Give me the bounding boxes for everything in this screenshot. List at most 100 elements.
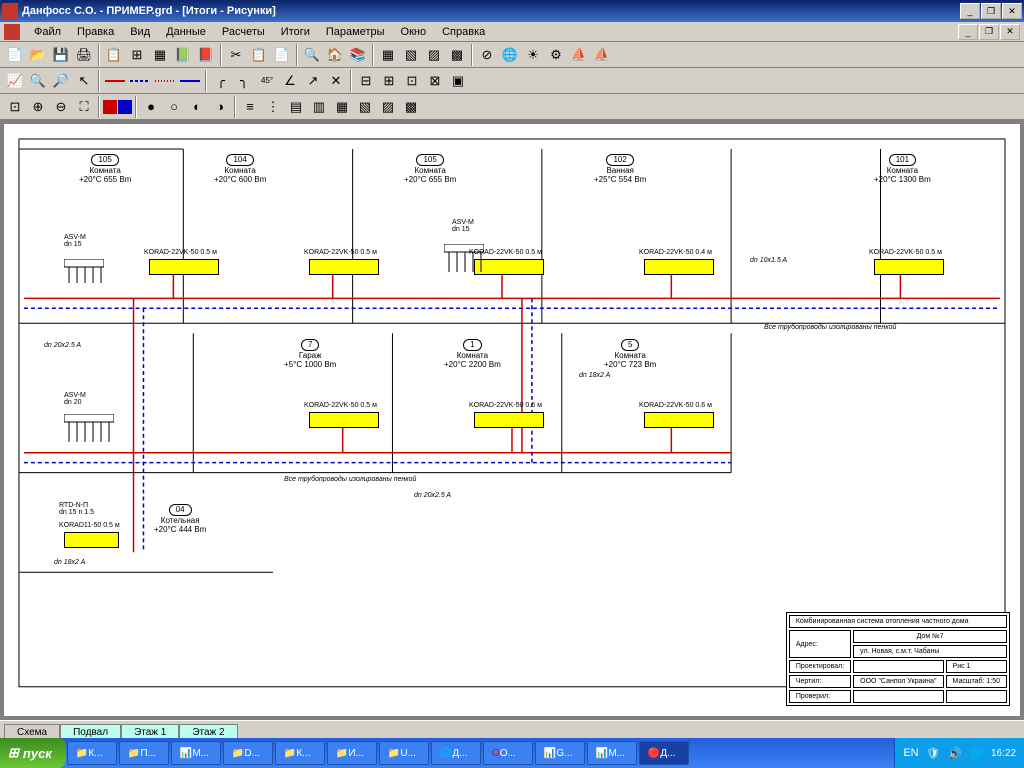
minimize-button[interactable]: _ bbox=[960, 3, 980, 19]
sun-icon[interactable]: ☀ bbox=[522, 44, 544, 66]
red-dotted-line[interactable] bbox=[153, 71, 177, 91]
ship2-icon[interactable]: ⛵ bbox=[591, 44, 613, 66]
maximize-button[interactable]: ❐ bbox=[981, 3, 1001, 19]
zoom-out-icon[interactable]: 🔎 bbox=[50, 70, 72, 92]
grid3-icon[interactable]: ▨ bbox=[423, 44, 445, 66]
room-04: 04Котельная+20°C 444 Вm bbox=[154, 504, 206, 535]
grid2-icon[interactable]: ▧ bbox=[400, 44, 422, 66]
task-item[interactable]: 📊 M... bbox=[171, 741, 221, 765]
task-item[interactable]: 📁 U... bbox=[379, 741, 429, 765]
zoom-plus-icon[interactable]: ⊕ bbox=[27, 96, 49, 118]
mdi-maximize-button[interactable]: ❐ bbox=[979, 24, 999, 40]
task-item[interactable]: 📁 И... bbox=[327, 741, 377, 765]
task-item[interactable]: 📁 D... bbox=[223, 741, 273, 765]
grid1-icon[interactable]: ▦ bbox=[377, 44, 399, 66]
pattern6-icon[interactable]: ▧ bbox=[354, 96, 376, 118]
pattern2-icon[interactable]: ⋮ bbox=[262, 96, 284, 118]
layout3-icon[interactable]: ⊡ bbox=[401, 70, 423, 92]
task-item[interactable]: 📁 П... bbox=[119, 741, 169, 765]
menu-calc[interactable]: Расчеты bbox=[214, 24, 273, 40]
angle45-icon[interactable]: 45° bbox=[256, 70, 278, 92]
cut-icon[interactable]: ✂ bbox=[225, 44, 247, 66]
task-item[interactable]: O О... bbox=[483, 741, 533, 765]
library-icon[interactable]: 📚 bbox=[347, 44, 369, 66]
task-item[interactable]: 📁 К... bbox=[275, 741, 325, 765]
paste-icon[interactable]: 📄 bbox=[271, 44, 293, 66]
mdi-close-button[interactable]: ✕ bbox=[1000, 24, 1020, 40]
grid4-icon[interactable]: ▩ bbox=[446, 44, 468, 66]
print-icon[interactable]: 🖨 bbox=[73, 44, 95, 66]
arc2-icon[interactable]: ╮ bbox=[233, 70, 255, 92]
table-icon[interactable]: ⊞ bbox=[126, 44, 148, 66]
zoom-in-icon[interactable]: 🔍 bbox=[27, 70, 49, 92]
node4-icon[interactable]: ◑ bbox=[209, 96, 231, 118]
open-file-icon[interactable]: 📂 bbox=[27, 44, 49, 66]
pattern4-icon[interactable]: ▥ bbox=[308, 96, 330, 118]
arrow-icon[interactable]: ↗ bbox=[302, 70, 324, 92]
app-icon bbox=[2, 3, 18, 19]
radiator-9 bbox=[64, 532, 119, 548]
mdi-minimize-button[interactable]: _ bbox=[958, 24, 978, 40]
ship1-icon[interactable]: ⛵ bbox=[568, 44, 590, 66]
menu-view[interactable]: Вид bbox=[122, 24, 158, 40]
menu-params[interactable]: Параметры bbox=[318, 24, 393, 40]
node1-icon[interactable]: ● bbox=[140, 96, 162, 118]
layout5-icon[interactable]: ▣ bbox=[447, 70, 469, 92]
menu-results[interactable]: Итоги bbox=[273, 24, 318, 40]
node2-icon[interactable]: ○ bbox=[163, 96, 185, 118]
pattern3-icon[interactable]: ▤ bbox=[285, 96, 307, 118]
cross-icon[interactable]: ✕ bbox=[325, 70, 347, 92]
pointer-icon[interactable]: ↖ bbox=[73, 70, 95, 92]
zoom-region-icon[interactable]: ⊡ bbox=[4, 96, 26, 118]
menu-file[interactable]: Файл bbox=[26, 24, 69, 40]
layout2-icon[interactable]: ⊞ bbox=[378, 70, 400, 92]
menu-help[interactable]: Справка bbox=[434, 24, 493, 40]
menu-data[interactable]: Данные bbox=[158, 24, 214, 40]
pattern8-icon[interactable]: ▩ bbox=[400, 96, 422, 118]
zoom-minus-icon[interactable]: ⊖ bbox=[50, 96, 72, 118]
tray-volume-icon[interactable]: 🔊 bbox=[947, 745, 963, 761]
lang-indicator[interactable]: EN bbox=[903, 745, 919, 761]
color1-icon[interactable] bbox=[103, 100, 117, 114]
angle-icon[interactable]: ∠ bbox=[279, 70, 301, 92]
catalog-icon[interactable]: 📗 bbox=[172, 44, 194, 66]
blue-solid-line[interactable] bbox=[178, 71, 202, 91]
layout1-icon[interactable]: ⊟ bbox=[355, 70, 377, 92]
pipe-dn106: dn 10x1.5 A bbox=[750, 257, 787, 264]
clock[interactable]: 16:22 bbox=[991, 748, 1016, 759]
task-item[interactable]: 🌐 Д... bbox=[431, 741, 481, 765]
pattern7-icon[interactable]: ▨ bbox=[377, 96, 399, 118]
node3-icon[interactable]: ◐ bbox=[186, 96, 208, 118]
tray-icon[interactable]: 🛡 bbox=[925, 745, 941, 761]
color2-icon[interactable] bbox=[118, 100, 132, 114]
new-file-icon[interactable]: 📄 bbox=[4, 44, 26, 66]
menu-window[interactable]: Окно bbox=[393, 24, 435, 40]
pattern5-icon[interactable]: ▦ bbox=[331, 96, 353, 118]
tray-network-icon[interactable]: 🌐 bbox=[969, 745, 985, 761]
stop-icon[interactable]: ⊘ bbox=[476, 44, 498, 66]
floor-icon[interactable]: ▦ bbox=[149, 44, 171, 66]
start-button[interactable]: ⊞ пуск bbox=[0, 738, 66, 768]
menu-edit[interactable]: Правка bbox=[69, 24, 122, 40]
find-icon[interactable]: 🔍 bbox=[301, 44, 323, 66]
drawing-paper[interactable]: 105Комната+20°C 655 Вm 104Комната+20°C 6… bbox=[4, 124, 1020, 716]
close-button[interactable]: ✕ bbox=[1002, 3, 1022, 19]
arc1-icon[interactable]: ╭ bbox=[210, 70, 232, 92]
catalog2-icon[interactable]: 📕 bbox=[195, 44, 217, 66]
home-icon[interactable]: 🏠 bbox=[324, 44, 346, 66]
task-item[interactable]: 📁 К... bbox=[67, 741, 117, 765]
chart-icon[interactable]: 📈 bbox=[4, 70, 26, 92]
settings-icon[interactable]: ⚙ bbox=[545, 44, 567, 66]
layout4-icon[interactable]: ⊠ bbox=[424, 70, 446, 92]
globe-icon[interactable]: 🌐 bbox=[499, 44, 521, 66]
copy-icon[interactable]: 📋 bbox=[248, 44, 270, 66]
red-solid-line[interactable] bbox=[103, 71, 127, 91]
task-item-active[interactable]: 🔴 Д... bbox=[639, 741, 689, 765]
data-icon[interactable]: 📋 bbox=[103, 44, 125, 66]
fit-icon[interactable]: ⛶ bbox=[73, 96, 95, 118]
task-item[interactable]: 📊 M... bbox=[587, 741, 637, 765]
blue-dashed-line[interactable] bbox=[128, 71, 152, 91]
task-item[interactable]: 📊 G... bbox=[535, 741, 585, 765]
save-icon[interactable]: 💾 bbox=[50, 44, 72, 66]
pattern1-icon[interactable]: ≡ bbox=[239, 96, 261, 118]
